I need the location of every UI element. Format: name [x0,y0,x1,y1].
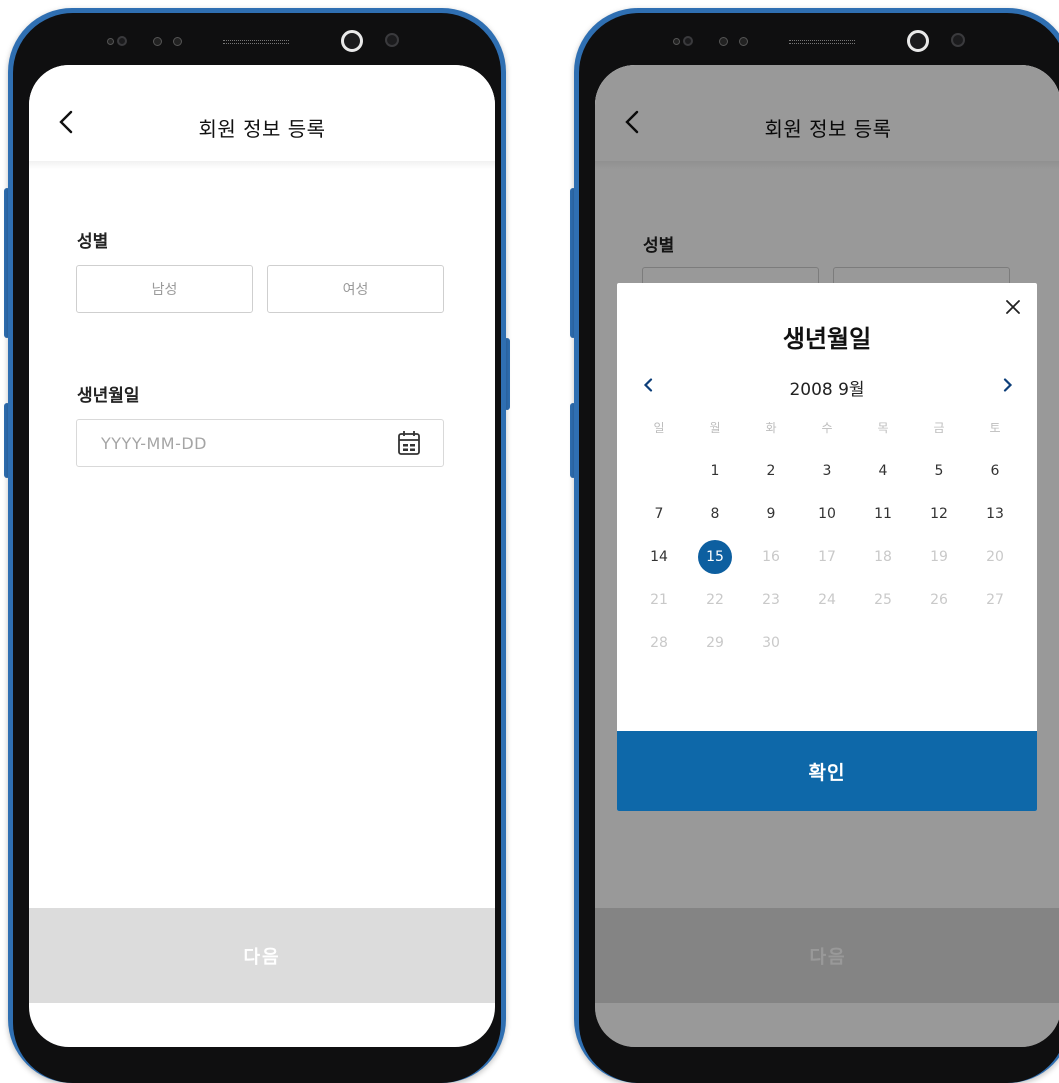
next-button[interactable]: 다음 [29,908,495,1003]
calendar-day-disabled: 21 [650,591,668,608]
calendar-day[interactable]: 9 [743,492,799,535]
sensor-icon [107,38,114,45]
calendar-day[interactable]: 4 [855,449,911,492]
calendar-day-disabled: 26 [930,591,948,608]
confirm-button[interactable]: 확인 [617,731,1037,811]
calendar-day-disabled: 29 [706,634,724,651]
close-button[interactable] [1001,295,1025,319]
calendar-day-disabled: 28 [650,634,668,651]
calendar-day[interactable]: 13 [967,492,1023,535]
calendar-day[interactable]: 7 [631,492,687,535]
date-picker-title: 생년월일 [782,325,872,353]
calendar-day[interactable]: 6 [967,449,1023,492]
app-header: 회원 정보 등록 [29,65,495,165]
speaker-grille [789,40,855,44]
calendar-day-disabled: 17 [818,548,836,565]
month-label: 2008 9월 [789,380,865,400]
weekday-label: 일 [653,421,665,435]
phone-top-bezel [579,13,1059,69]
weekday-label: 월 [709,421,721,435]
weekday-label: 목 [877,421,889,435]
chevron-right-icon [1003,378,1013,392]
iris-sensor-icon [117,36,127,46]
iris-sensor-icon [683,36,693,46]
header-divider [29,161,495,169]
next-month-button[interactable] [997,374,1019,396]
close-icon [1006,300,1020,314]
weekday-label: 화 [765,421,777,435]
calendar-day[interactable]: 12 [911,492,967,535]
screen: 회원 정보 등록 성별 남성 여성 생년월일 YYYY-MM-DD 다음 [29,65,495,1047]
calendar-day-disabled: 20 [986,548,1004,565]
gender-male-button[interactable]: 남성 [76,265,253,313]
calendar-day-selected[interactable]: 15 [687,535,743,578]
calendar-grid: 1 2 3 4 5 6 7 8 9 10 11 12 13 14 15 16 1… [631,449,1023,664]
weekday-label: 토 [989,421,1001,435]
calendar-day-disabled: 16 [762,548,780,565]
screen: 회원 정보 등록 성별 다음 생년월일 2008 9월 일 월 화 수 목 금 … [595,65,1059,1047]
sensor-icon [951,33,965,47]
gender-label: 성별 [77,232,109,252]
sensor-icon [385,33,399,47]
birth-date-input[interactable]: YYYY-MM-DD [76,419,444,467]
phone-right: 회원 정보 등록 성별 다음 생년월일 2008 9월 일 월 화 수 목 금 … [570,8,1059,1083]
birth-date-placeholder: YYYY-MM-DD [101,434,207,453]
calendar-day[interactable]: 11 [855,492,911,535]
calendar-day[interactable]: 10 [799,492,855,535]
calendar-day-disabled: 19 [930,548,948,565]
speaker-grille [223,40,289,44]
calendar-day-disabled: 23 [762,591,780,608]
calendar-empty-cell [631,449,687,492]
calendar-day[interactable]: 8 [687,492,743,535]
phone-top-bezel [13,13,501,69]
calendar-day[interactable]: 2 [743,449,799,492]
calendar-day-disabled: 18 [874,548,892,565]
birth-label: 생년월일 [77,386,140,406]
calendar-day[interactable]: 14 [631,535,687,578]
phone-left: 회원 정보 등록 성별 남성 여성 생년월일 YYYY-MM-DD 다음 [4,8,510,1083]
front-camera-icon [341,30,363,52]
calendar-day-disabled: 30 [762,634,780,651]
sensor-icon [673,38,680,45]
weekday-label: 금 [933,421,945,435]
front-camera-icon [907,30,929,52]
page-title: 회원 정보 등록 [198,117,326,141]
calendar-icon[interactable] [397,430,421,456]
phone-bezel: 회원 정보 등록 성별 남성 여성 생년월일 YYYY-MM-DD 다음 [13,13,501,1083]
calendar-day-disabled: 27 [986,591,1004,608]
proximity-sensor-icon [153,37,162,46]
light-sensor-icon [739,37,748,46]
month-navigator: 2008 9월 [617,371,1037,401]
calendar-day[interactable]: 3 [799,449,855,492]
calendar-day-disabled: 24 [818,591,836,608]
proximity-sensor-icon [719,37,728,46]
calendar-day-disabled: 25 [874,591,892,608]
weekday-label: 수 [821,421,833,435]
weekday-header: 일 월 화 수 목 금 토 [631,419,1023,436]
calendar-day-disabled: 22 [706,591,724,608]
date-picker-modal: 생년월일 2008 9월 일 월 화 수 목 금 토 1 2 3 4 5 6 7… [617,283,1037,811]
phone-bezel: 회원 정보 등록 성별 다음 생년월일 2008 9월 일 월 화 수 목 금 … [579,13,1059,1083]
calendar-day[interactable]: 1 [687,449,743,492]
light-sensor-icon [173,37,182,46]
gender-female-button[interactable]: 여성 [267,265,444,313]
calendar-day[interactable]: 5 [911,449,967,492]
selected-day-label: 15 [698,539,732,574]
